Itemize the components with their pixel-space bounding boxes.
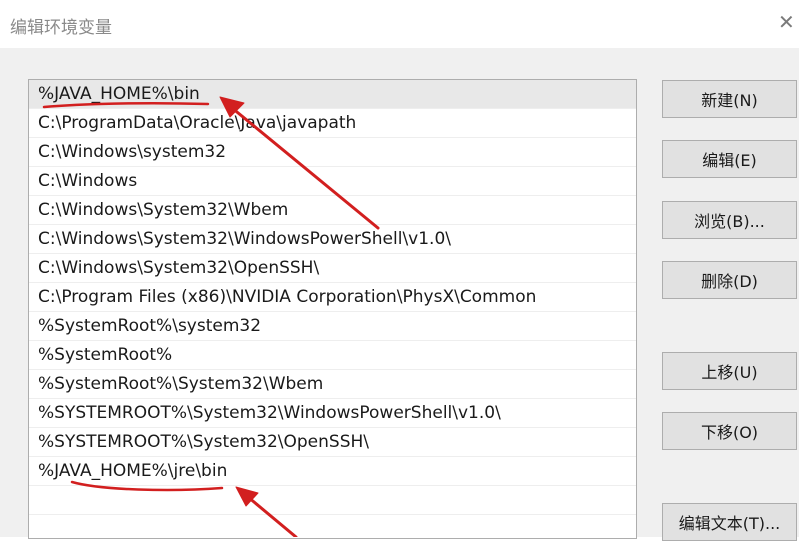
list-item[interactable]: %SystemRoot%\system32	[29, 312, 636, 341]
title-bar: 编辑环境变量 ✕	[0, 0, 799, 48]
path-list[interactable]: %JAVA_HOME%\bin C:\ProgramData\Oracle\Ja…	[28, 79, 637, 539]
browse-button[interactable]: 浏览(B)...	[662, 201, 797, 239]
list-item[interactable]: C:\Windows\System32\WindowsPowerShell\v1…	[29, 225, 636, 254]
list-item[interactable]: C:\Program Files (x86)\NVIDIA Corporatio…	[29, 283, 636, 312]
delete-button[interactable]: 删除(D)	[662, 261, 797, 299]
edit-button[interactable]: 编辑(E)	[662, 140, 797, 178]
list-item[interactable]: %SystemRoot%\System32\Wbem	[29, 370, 636, 399]
edit-text-button[interactable]: 编辑文本(T)...	[662, 503, 797, 541]
list-item[interactable]: C:\ProgramData\Oracle\Java\javapath	[29, 109, 636, 138]
list-item[interactable]: %SYSTEMROOT%\System32\WindowsPowerShell\…	[29, 399, 636, 428]
list-item[interactable]: C:\Windows\System32\OpenSSH\	[29, 254, 636, 283]
list-item[interactable]: %JAVA_HOME%\jre\bin	[29, 457, 636, 486]
close-icon[interactable]: ✕	[778, 12, 795, 32]
list-item[interactable]: %SystemRoot%	[29, 341, 636, 370]
list-item[interactable]: %JAVA_HOME%\bin	[29, 80, 636, 109]
new-button[interactable]: 新建(N)	[662, 80, 797, 118]
list-item[interactable]: C:\Windows	[29, 167, 636, 196]
move-down-button[interactable]: 下移(O)	[662, 412, 797, 450]
list-item[interactable]: C:\Windows\system32	[29, 138, 636, 167]
move-up-button[interactable]: 上移(U)	[662, 352, 797, 390]
list-item-empty[interactable]	[29, 486, 636, 515]
window-title: 编辑环境变量	[10, 18, 112, 38]
list-item[interactable]: C:\Windows\System32\Wbem	[29, 196, 636, 225]
list-item[interactable]: %SYSTEMROOT%\System32\OpenSSH\	[29, 428, 636, 457]
